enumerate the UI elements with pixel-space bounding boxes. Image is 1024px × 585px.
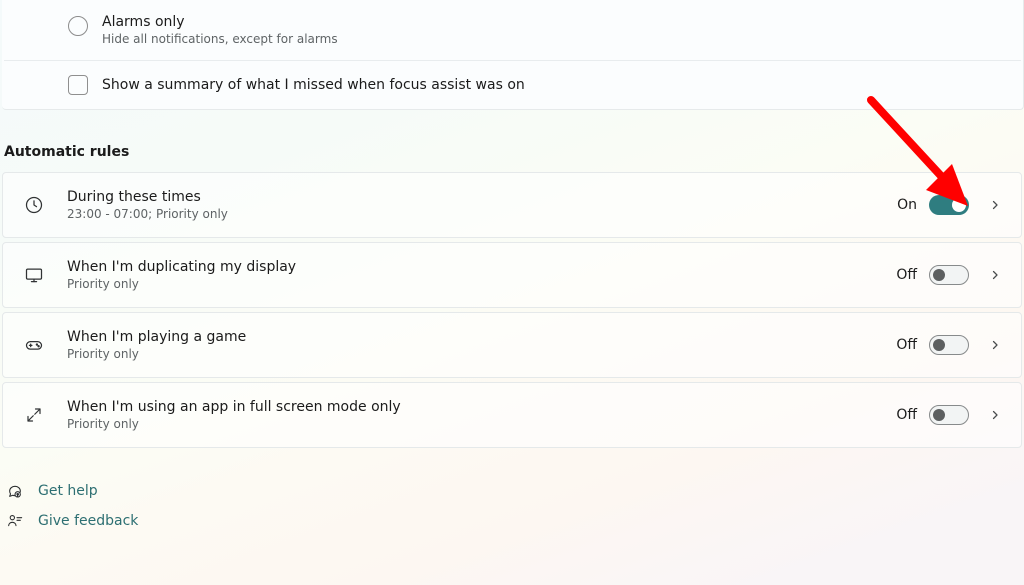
section-title-automatic-rules: Automatic rules xyxy=(4,144,1024,160)
help-icon: ? xyxy=(6,483,24,499)
chevron-right-icon[interactable] xyxy=(983,333,1007,357)
link-label: Give feedback xyxy=(38,513,138,529)
radio-icon xyxy=(68,16,88,36)
chevron-right-icon[interactable] xyxy=(983,263,1007,287)
give-feedback-link[interactable]: Give feedback xyxy=(6,506,1024,536)
rule-during-these-times[interactable]: During these times 23:00 - 07:00; Priori… xyxy=(2,172,1022,238)
help-links: ? Get help Give feedback xyxy=(6,476,1024,536)
rule-playing-game[interactable]: When I'm playing a game Priority only Of… xyxy=(2,312,1022,378)
rule-title: When I'm playing a game xyxy=(67,329,896,345)
get-help-link[interactable]: ? Get help xyxy=(6,476,1024,506)
link-label: Get help xyxy=(38,483,98,499)
rule-title: When I'm duplicating my display xyxy=(67,259,896,275)
checkbox-icon[interactable] xyxy=(68,75,88,95)
rule-fullscreen-app[interactable]: When I'm using an app in full screen mod… xyxy=(2,382,1022,448)
gamepad-icon xyxy=(23,334,45,356)
toggle-state-label: On xyxy=(897,197,917,213)
toggle-state-label: Off xyxy=(896,407,917,423)
option-subtitle: Hide all notifications, except for alarm… xyxy=(102,32,338,46)
rule-title: During these times xyxy=(67,189,897,205)
rule-subtitle: Priority only xyxy=(67,417,896,431)
svg-text:?: ? xyxy=(17,493,19,497)
rule-duplicating-display[interactable]: When I'm duplicating my display Priority… xyxy=(2,242,1022,308)
monitor-icon xyxy=(23,264,45,286)
toggle-during-times[interactable] xyxy=(929,195,969,215)
toggle-state-label: Off xyxy=(896,267,917,283)
rule-subtitle: Priority only xyxy=(67,277,896,291)
toggle-playing-game[interactable] xyxy=(929,335,969,355)
chevron-right-icon[interactable] xyxy=(983,403,1007,427)
toggle-fullscreen-app[interactable] xyxy=(929,405,969,425)
rule-subtitle: 23:00 - 07:00; Priority only xyxy=(67,207,897,221)
focus-assist-options-card: Alarms only Hide all notifications, exce… xyxy=(2,0,1024,110)
show-summary-row[interactable]: Show a summary of what I missed when foc… xyxy=(2,61,1023,109)
chevron-right-icon[interactable] xyxy=(983,193,1007,217)
checkbox-label: Show a summary of what I missed when foc… xyxy=(102,77,525,93)
toggle-duplicating-display[interactable] xyxy=(929,265,969,285)
clock-icon xyxy=(23,194,45,216)
feedback-icon xyxy=(6,513,24,529)
rule-subtitle: Priority only xyxy=(67,347,896,361)
toggle-state-label: Off xyxy=(896,337,917,353)
expand-icon xyxy=(23,404,45,426)
option-title: Alarms only xyxy=(102,14,338,30)
rule-title: When I'm using an app in full screen mod… xyxy=(67,399,896,415)
option-alarms-only[interactable]: Alarms only Hide all notifications, exce… xyxy=(2,0,1023,60)
